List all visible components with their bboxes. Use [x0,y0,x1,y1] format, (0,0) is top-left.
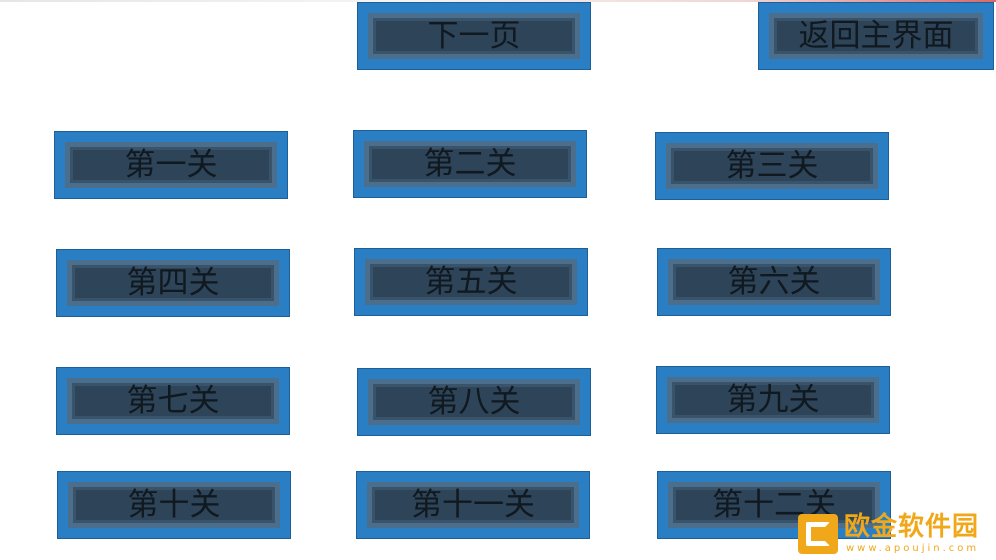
level-1-button[interactable]: 第一关 [54,131,288,199]
button-face: 第十一关 [367,482,579,528]
level-label: 第七关 [126,382,220,419]
level-11-button[interactable]: 第十一关 [356,471,590,539]
button-face: 第三关 [666,143,878,189]
level-label: 第三关 [725,147,819,184]
level-label: 第二关 [423,145,517,182]
button-face: 返回主界面 [769,13,983,59]
level-label: 第六关 [727,263,821,300]
back-to-main-label: 返回主界面 [798,17,954,54]
level-3-button[interactable]: 第三关 [655,132,889,200]
level-6-button[interactable]: 第六关 [657,248,891,316]
level-10-button[interactable]: 第十关 [57,471,291,539]
button-face: 第十关 [68,482,280,528]
watermark-logo-icon [798,514,838,554]
watermark-url: www.apoujin.com [846,543,980,554]
button-face: 第九关 [667,377,879,423]
button-face: 第八关 [368,379,580,425]
level-label: 第一关 [124,146,218,183]
level-select-screen: 下一页 返回主界面 第一关 第二关 第三关 第四关 第五关 第六关 第七关 第八… [0,0,996,560]
level-label: 第四关 [126,264,220,301]
level-label: 第五关 [424,263,518,300]
watermark-logo-mark [806,522,830,546]
back-to-main-button[interactable]: 返回主界面 [758,2,994,70]
level-label: 第十关 [127,486,221,523]
level-7-button[interactable]: 第七关 [56,367,290,435]
button-face: 第七关 [67,378,279,424]
level-8-button[interactable]: 第八关 [357,368,591,436]
level-9-button[interactable]: 第九关 [656,366,890,434]
button-face: 下一页 [368,13,580,59]
button-face: 第一关 [65,142,277,188]
level-label: 第九关 [726,381,820,418]
level-2-button[interactable]: 第二关 [353,130,587,198]
level-label: 第十一关 [411,486,535,523]
next-page-label: 下一页 [427,17,521,54]
button-face: 第五关 [365,259,577,305]
level-label: 第八关 [427,383,521,420]
watermark-text: 欧金软件园 [844,512,980,542]
button-face: 第四关 [67,260,279,306]
site-watermark: 欧金软件园 www.apoujin.com [798,512,992,558]
level-4-button[interactable]: 第四关 [56,249,290,317]
level-5-button[interactable]: 第五关 [354,248,588,316]
next-page-button[interactable]: 下一页 [357,2,591,70]
button-face: 第六关 [668,259,880,305]
button-face: 第二关 [364,141,576,187]
